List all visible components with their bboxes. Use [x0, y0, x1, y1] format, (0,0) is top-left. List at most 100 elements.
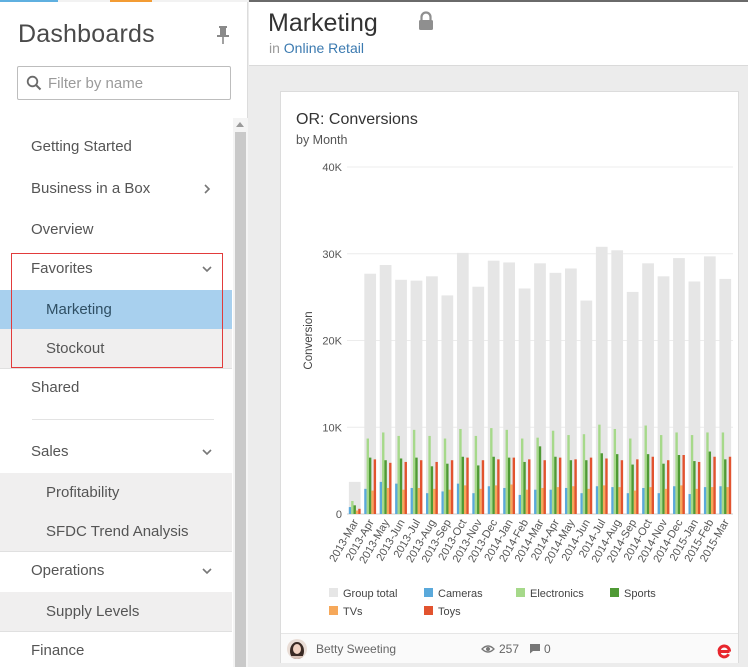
nav-item-marketing[interactable]: Marketing	[0, 290, 232, 329]
bar-toys	[389, 462, 392, 514]
nav-item-label: Favorites	[31, 260, 93, 277]
breadcrumb-link[interactable]: Online Retail	[284, 40, 364, 56]
bar-tvs	[649, 487, 652, 514]
nav-item-profitability[interactable]: Profitability	[0, 473, 232, 512]
author-name[interactable]: Betty Sweeting	[316, 642, 396, 656]
bar-toys	[682, 455, 685, 514]
bar-electronics	[536, 437, 539, 514]
bar-toys	[512, 457, 516, 514]
nav-item-sales[interactable]: Sales	[0, 432, 232, 471]
bar-toys	[713, 456, 716, 514]
bar-cameras	[611, 487, 614, 514]
bar-sports	[708, 451, 712, 514]
bar-electronics	[659, 435, 663, 514]
bar-sports	[384, 460, 387, 514]
nav-item-getting-started[interactable]: Getting Started	[0, 127, 232, 166]
filter-field[interactable]	[17, 66, 231, 100]
bar-electronics	[598, 424, 601, 514]
bar-toys	[466, 457, 469, 514]
top-accent-bar	[0, 0, 248, 2]
y-tick-label: 10K	[322, 422, 342, 434]
scroll-up-icon[interactable]	[236, 122, 244, 127]
bar-cameras	[348, 507, 352, 514]
legend-label: TVs	[343, 606, 363, 618]
nav-item-shared[interactable]: Shared	[0, 368, 232, 407]
bar-tvs	[386, 487, 390, 514]
bar-toys	[419, 460, 423, 514]
chart-widget[interactable]: OR: Conversions by Month 0 10K 20K 30K 40K Co…	[280, 91, 739, 663]
nav-item-label: Stockout	[46, 340, 105, 357]
page-title: Marketing	[268, 9, 378, 37]
bar-sports	[616, 454, 619, 514]
bar-electronics	[505, 429, 508, 514]
bar-toys	[651, 456, 654, 514]
bar-cameras	[719, 486, 722, 514]
bar-cameras	[688, 494, 691, 514]
page-header: Marketing in Online Retail	[249, 0, 748, 66]
bar-electronics	[459, 428, 462, 514]
comments-count: 0	[544, 642, 551, 656]
bar-cameras	[518, 494, 522, 514]
y-tick-label: 40K	[322, 162, 342, 174]
bar-tvs	[510, 484, 513, 514]
bar-tvs	[355, 510, 359, 514]
comment-icon[interactable]	[529, 643, 541, 654]
breadcrumb: in Online Retail	[269, 40, 364, 56]
bar-cameras	[580, 493, 583, 514]
bar-toys	[543, 460, 546, 514]
bar-sports	[646, 454, 650, 514]
legend-label: Group total	[343, 588, 397, 600]
nav-item-overview[interactable]: Overview	[0, 210, 232, 249]
bar-electronics	[644, 425, 647, 514]
bar-sports	[399, 458, 403, 514]
lock-icon[interactable]	[417, 11, 435, 31]
nav-item-operations[interactable]: Operations	[0, 551, 232, 590]
chevron-right-icon	[204, 184, 211, 194]
bar-cameras	[703, 487, 707, 514]
nav-item-sfdc-trend-analysis[interactable]: SFDC Trend Analysis	[0, 512, 232, 551]
bar-sports	[724, 459, 727, 514]
nav-item-stockout[interactable]: Stockout	[0, 329, 232, 368]
bar-electronics	[366, 438, 370, 514]
bar-tvs	[618, 487, 621, 514]
bar-tvs	[587, 488, 590, 514]
nav-item-business-in-a-box[interactable]: Business in a Box	[0, 169, 232, 208]
nav-item-label: Getting Started	[31, 138, 132, 155]
bar-tvs	[726, 487, 729, 514]
nav-item-favorites[interactable]: Favorites	[0, 249, 232, 288]
bar-toys	[373, 459, 377, 514]
bar-toys	[636, 459, 639, 514]
bar-cameras	[564, 487, 568, 514]
bar-toys	[358, 508, 361, 514]
filter-input[interactable]	[48, 73, 224, 93]
bar-tvs	[448, 489, 451, 514]
nav-item-finance[interactable]: Finance	[0, 631, 232, 667]
legend-label: Electronics	[530, 588, 584, 600]
sidebar-scrollbar[interactable]	[233, 118, 248, 667]
bar-cameras	[642, 487, 645, 514]
bar-electronics	[382, 432, 385, 514]
bar-toys	[435, 461, 438, 514]
nav-item-supply-levels[interactable]: Supply Levels	[0, 592, 232, 631]
bar-sports	[585, 460, 588, 514]
conversions-chart: 010K20K30K40KConversion2013-Mar2013-Apr2…	[303, 162, 733, 618]
bar-electronics	[567, 435, 570, 514]
bar-electronics	[428, 435, 431, 514]
bar-sports	[368, 457, 372, 514]
bar-toys	[404, 461, 407, 514]
bar-tvs	[695, 488, 698, 514]
bar-tvs	[572, 486, 575, 514]
bar-sports	[523, 461, 526, 514]
brand-logo-icon[interactable]	[714, 639, 734, 659]
pin-icon[interactable]	[214, 25, 232, 45]
bar-electronics	[706, 432, 709, 514]
bar-toys	[620, 460, 624, 514]
scrollbar-thumb[interactable]	[235, 132, 246, 667]
bar-cameras	[426, 493, 429, 514]
bar-toys	[528, 459, 531, 514]
y-tick-label: 0	[336, 509, 342, 521]
bar-electronics	[629, 438, 632, 514]
bar-tvs	[525, 489, 529, 514]
bar-sports	[693, 461, 696, 514]
sidebar: Dashboards Getting Started Business in a…	[0, 0, 248, 667]
